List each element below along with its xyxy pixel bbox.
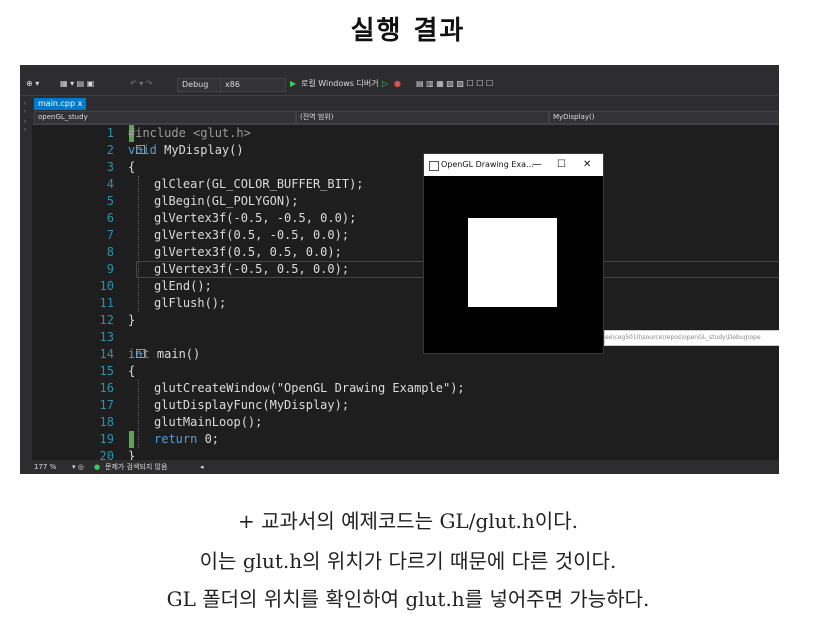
code-text: #include <glut.h> (128, 126, 251, 140)
scope-dropdown[interactable]: (전역 범위) (296, 111, 549, 124)
toolbar-icons[interactable]: ▤ ▥ ▦ ▧ ▨ ☐ ☐ ☐ (416, 78, 493, 90)
code-text: glClear(GL_COLOR_BUFFER_BIT); (154, 177, 364, 191)
line-number: 8 (106, 245, 114, 259)
code-text: int main() (128, 347, 201, 361)
code-line[interactable]: 18 glutMainLoop(); (32, 414, 779, 431)
line-number: 17 (99, 398, 114, 412)
line-number: 2 (106, 143, 114, 157)
ide-screenshot: ⊕ ▾ ▦ ▾ ▤ ▣ ↶ ▾ ↷ Debug x86 ▶ 로컬 Windows… (20, 65, 779, 474)
code-text: glFlush(); (154, 296, 227, 310)
code-line[interactable]: 16 glutCreateWindow("OpenGL Drawing Examp… (32, 380, 779, 397)
menu-bar (20, 65, 779, 73)
code-text: { (128, 364, 136, 378)
note-line-3: GL 폴더의 위치를 확인하여 glut.h를 넣어주면 가능하다. (166, 587, 650, 611)
line-number: 12 (99, 313, 114, 327)
code-text: glVertex3f(-0.5, 0.5, 0.0); (154, 262, 350, 276)
line-number: 5 (106, 194, 114, 208)
code-line[interactable]: 15 { (32, 363, 779, 380)
code-line[interactable]: 4 glClear(GL_COLOR_BUFFER_BIT); (32, 176, 779, 193)
app-icon (429, 161, 439, 171)
code-line[interactable]: 10 glEnd(); (32, 278, 779, 295)
close-icon[interactable]: ⅹ (78, 99, 83, 108)
check-icon: ● (94, 463, 101, 471)
undo-icon[interactable]: ↶ ▾ ↷ (130, 78, 153, 90)
code-text: glutMainLoop(); (154, 415, 263, 429)
function-dropdown[interactable]: MyDisplay() (549, 111, 779, 124)
play-icon[interactable]: ▶ (290, 78, 296, 90)
code-text: void MyDisplay() (128, 143, 244, 157)
line-number: 19 (99, 432, 114, 446)
config-dropdown[interactable]: Debug (177, 78, 223, 92)
tab-main-cpp[interactable]: main.cpp ⅹ (34, 98, 87, 110)
line-number: 7 (106, 228, 114, 242)
code-line[interactable]: 7 glVertex3f(0.5, -0.5, 0.0); (32, 227, 779, 244)
code-text: glVertex3f(0.5, 0.5, 0.0); (154, 245, 342, 259)
indent-guide (138, 380, 139, 448)
line-number: 18 (99, 415, 114, 429)
code-text: glVertex3f(0.5, -0.5, 0.0); (154, 228, 350, 242)
line-number: 15 (99, 364, 114, 378)
platform-dropdown[interactable]: x86 (220, 78, 286, 92)
code-text: glutDisplayFunc(MyDisplay); (154, 398, 350, 412)
debug-tools-icon[interactable]: ● (394, 78, 401, 90)
new-file-icon[interactable]: ▦ ▾ ▤ ▣ (60, 78, 94, 90)
navigation-bar: openGL_study (전역 범위) MyDisplay() (32, 110, 779, 125)
note-line-2: 이는 glut.h의 위치가 다르기 때문에 다른 것이다. (199, 549, 617, 573)
code-line[interactable]: 12} (32, 312, 779, 329)
code-line[interactable]: 8 glVertex3f(0.5, 0.5, 0.0); (32, 244, 779, 261)
line-number: 6 (106, 211, 114, 225)
code-line[interactable]: 14− int main() (32, 346, 779, 363)
toolbar: ⊕ ▾ ▦ ▾ ▤ ▣ ↶ ▾ ↷ Debug x86 ▶ 로컬 Windows… (20, 73, 779, 96)
zoom-level[interactable]: 177 % (34, 460, 56, 474)
code-text: { (128, 160, 136, 174)
indent-guide (138, 176, 139, 312)
code-text: } (128, 313, 136, 327)
close-window-icon[interactable]: ✕ (583, 154, 591, 176)
window-titlebar[interactable]: OpenGL Drawing Exa... — ☐ ✕ (424, 154, 603, 176)
code-line[interactable]: 9 glVertex3f(-0.5, 0.5, 0.0); (32, 261, 779, 278)
minimize-icon[interactable]: — (532, 154, 542, 176)
run-debugger-button[interactable]: 로컬 Windows 디버거 (301, 78, 379, 90)
code-text: return 0; (154, 432, 220, 446)
code-text: glVertex3f(-0.5, -0.5, 0.0); (154, 211, 357, 225)
side-tab[interactable]: ◦◦ ◦◦ (20, 96, 32, 474)
line-number: 10 (99, 279, 114, 293)
status-bar: 177 % ▾ ◎ ● 문제가 검색되지 않음 ◂ (20, 460, 779, 474)
note-line-1: + 교과서의 예제코드는 GL/glut.h이다. (238, 509, 578, 533)
zoom-icon[interactable]: ▾ ◎ (72, 460, 84, 474)
code-line[interactable]: 3{ (32, 159, 779, 176)
code-text: glBegin(GL_POLYGON); (154, 194, 299, 208)
line-number: 9 (106, 262, 114, 276)
code-line[interactable]: 11 glFlush(); (32, 295, 779, 312)
code-text: glutCreateWindow("OpenGL Drawing Example… (154, 381, 465, 395)
tab-strip: main.cpp ⅹ (32, 96, 779, 110)
status-message: 문제가 검색되지 않음 (105, 463, 168, 471)
line-number: 3 (106, 160, 114, 174)
nav-back-icon[interactable]: ⊕ ▾ (26, 78, 39, 90)
arrow-icon[interactable]: ◂ (200, 460, 204, 474)
change-marker (129, 431, 134, 448)
maximize-icon[interactable]: ☐ (557, 154, 566, 176)
line-number: 16 (99, 381, 114, 395)
line-number: 1 (106, 126, 114, 140)
project-dropdown[interactable]: openGL_study (34, 111, 296, 124)
line-number: 13 (99, 330, 114, 344)
code-text: glEnd(); (154, 279, 212, 293)
code-line[interactable]: 2− void MyDisplay() (32, 142, 779, 159)
code-line[interactable]: 6 glVertex3f(-0.5, -0.5, 0.0); (32, 210, 779, 227)
code-editor[interactable]: 1 #include <glut.h> 2− void MyDisplay() 3{4 g… (32, 125, 779, 463)
line-number: 11 (99, 296, 114, 310)
code-line[interactable]: 19 return 0; (32, 431, 779, 448)
line-number: 14 (99, 347, 114, 361)
line-number: 4 (106, 177, 114, 191)
opengl-window[interactable]: OpenGL Drawing Exa... — ☐ ✕ (423, 153, 604, 354)
code-line[interactable]: 5 glBegin(GL_POLYGON); (32, 193, 779, 210)
code-line[interactable]: 17 glutDisplayFunc(MyDisplay); (32, 397, 779, 414)
code-line[interactable]: 1 #include <glut.h> (32, 125, 779, 142)
console-path: ee\ceg5010\source\repos\openGL_study\Deb… (604, 330, 779, 346)
run-without-debug-icon[interactable]: ▷ (382, 78, 388, 90)
page-title: 실행 결과 (350, 16, 466, 46)
white-square (468, 218, 557, 307)
window-title: OpenGL Drawing Exa... (441, 160, 534, 169)
